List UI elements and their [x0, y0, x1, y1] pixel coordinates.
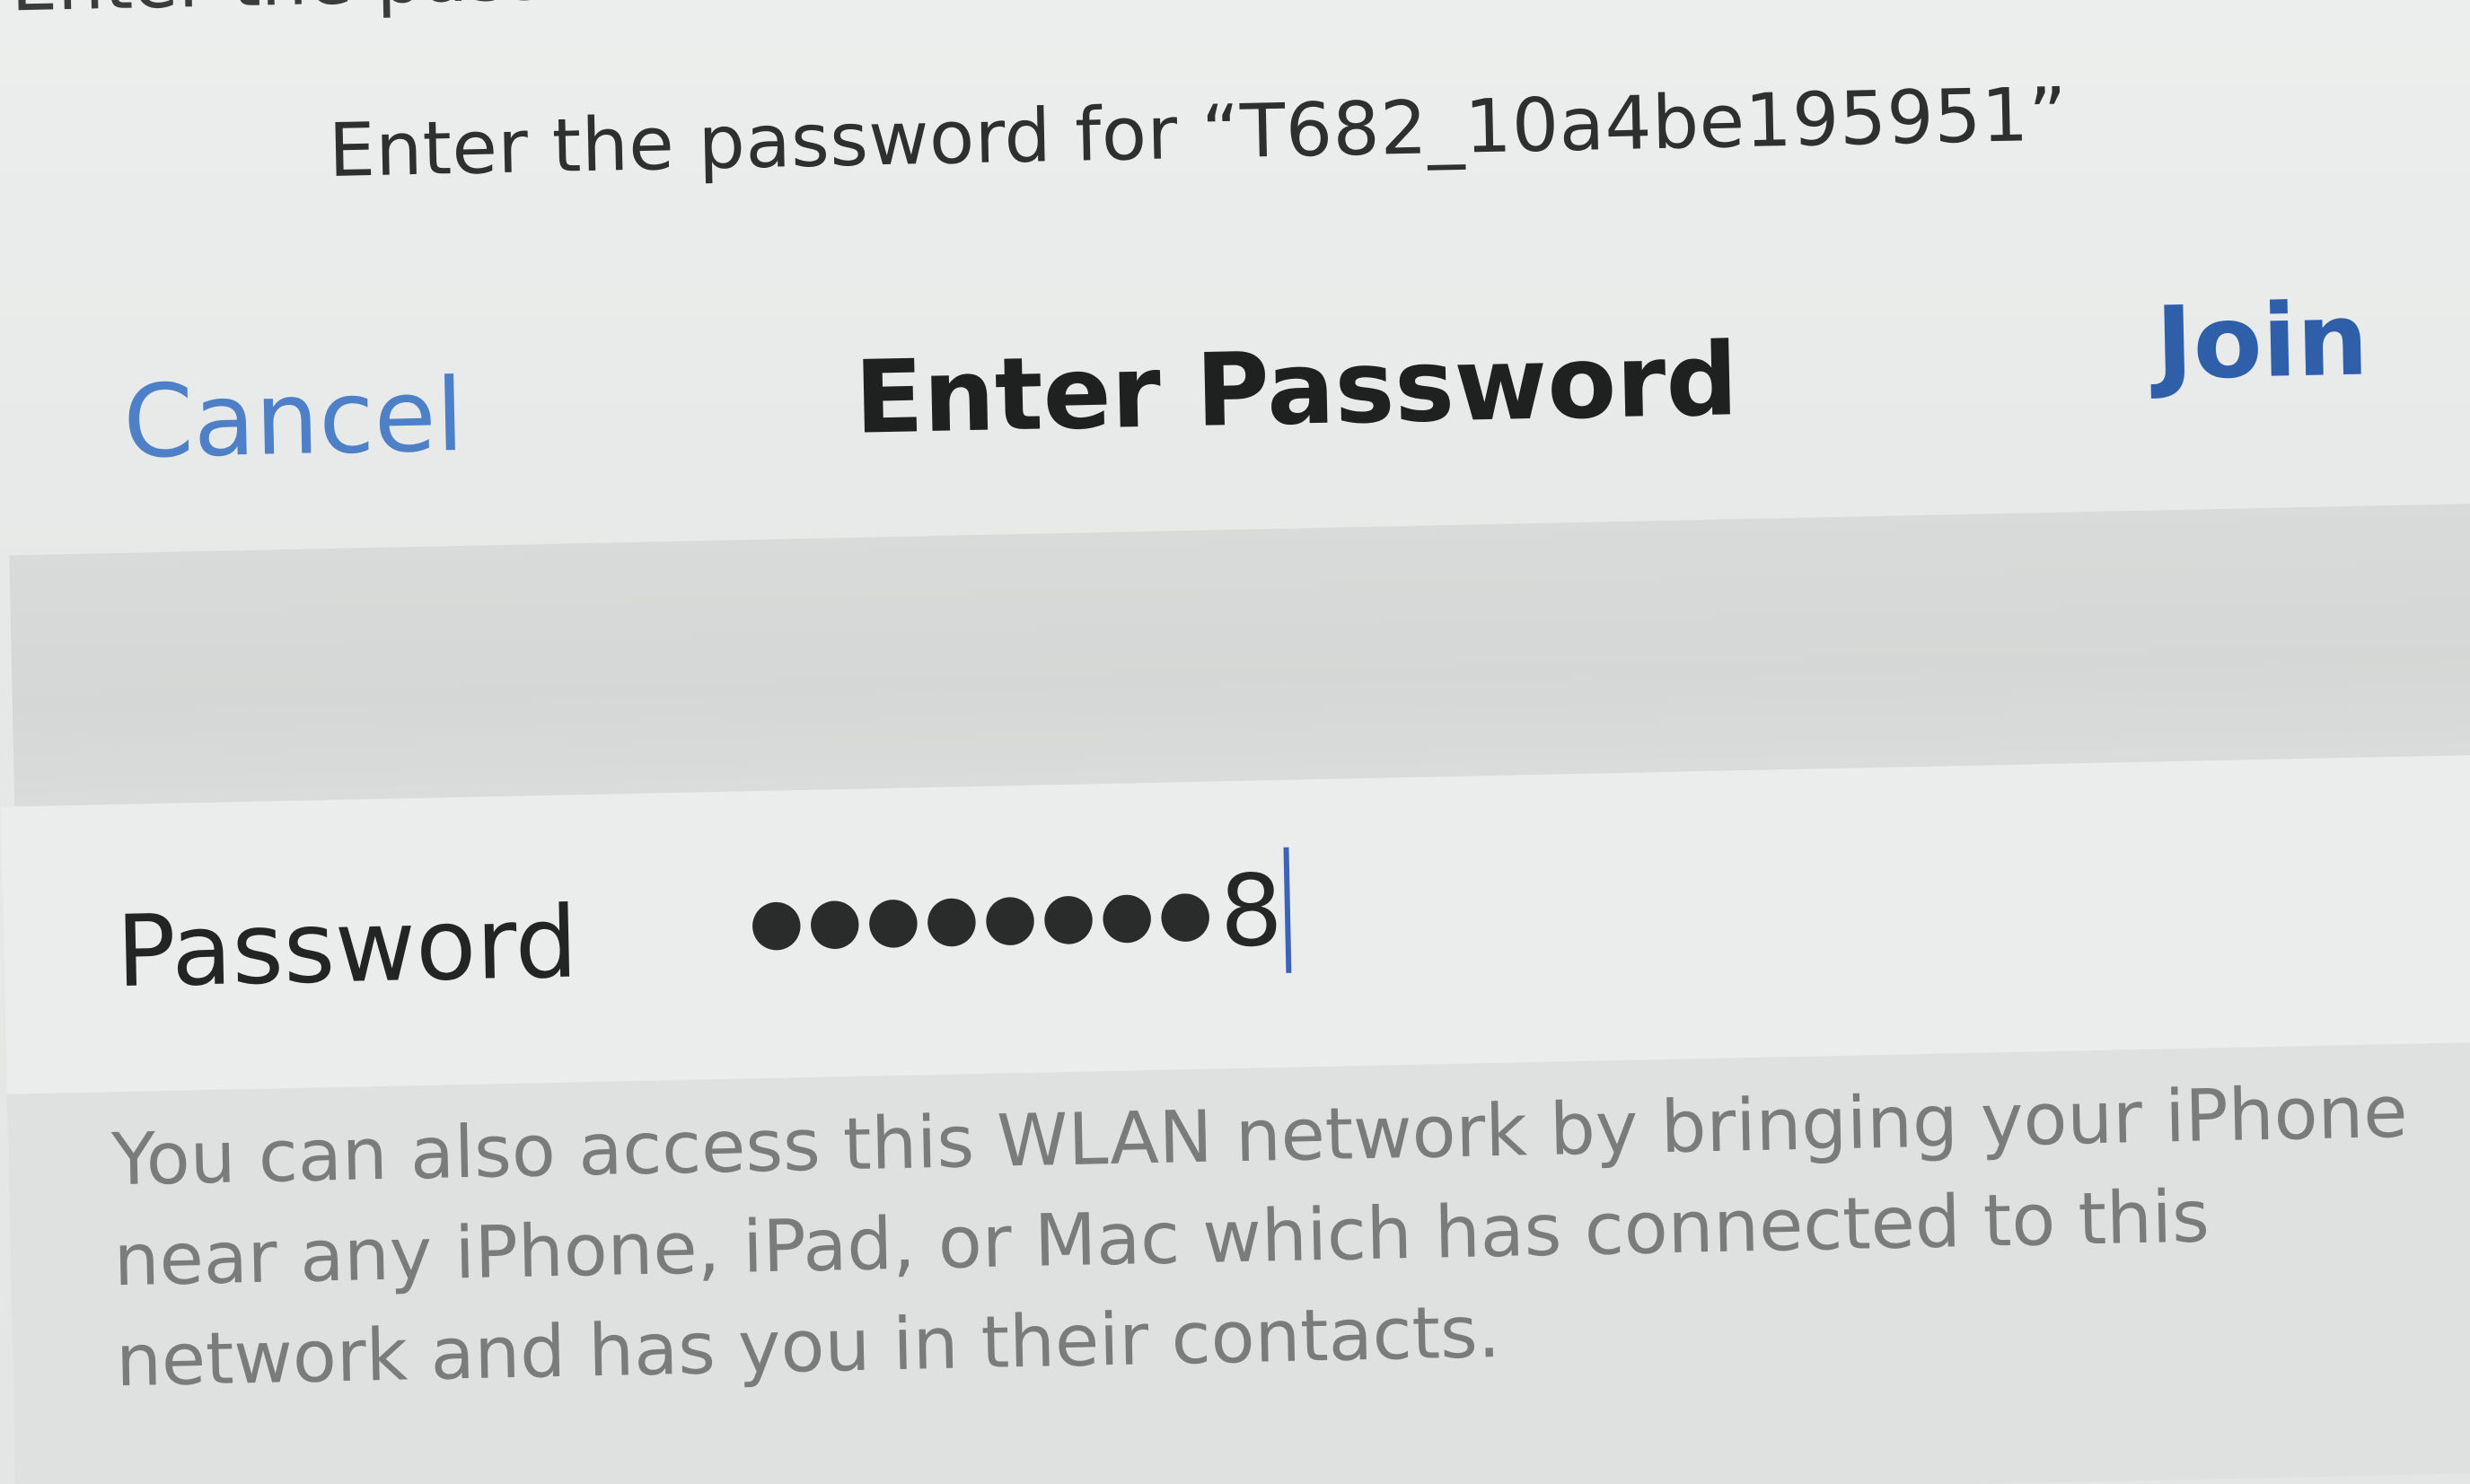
partial-header-text: Enter the password for this network [10, 0, 1331, 28]
network-name: T682_10a4be195951 [1239, 73, 2030, 175]
prompt-suffix: ” [2027, 72, 2069, 159]
last-typed-character: 8 [1218, 852, 1284, 970]
password-label: Password [115, 884, 579, 1010]
password-input[interactable]: ●●●●●●●● 8 [747, 843, 1292, 989]
password-prompt: Enter the password for “T682_10a4be19595… [328, 70, 2179, 194]
cancel-button[interactable]: Cancel [122, 357, 465, 481]
prompt-prefix: Enter the password for “ [328, 89, 1242, 194]
masked-characters: ●●●●●●●● [748, 874, 1217, 959]
screen: Enter the password for this network Ente… [0, 0, 2470, 1484]
text-cursor [1283, 847, 1292, 973]
password-sharing-info: You can also access this WLAN network by… [110, 1069, 2409, 1403]
nav-title: Enter Password [853, 321, 1739, 457]
join-button[interactable]: Join [2155, 281, 2369, 402]
navigation-bar: Cancel Enter Password Join [0, 261, 2464, 493]
cut-off-header-text: Enter the password for this network [0, 0, 2455, 33]
section-separator [9, 503, 2470, 807]
dialog: Enter the password for this network Ente… [0, 0, 2470, 1484]
